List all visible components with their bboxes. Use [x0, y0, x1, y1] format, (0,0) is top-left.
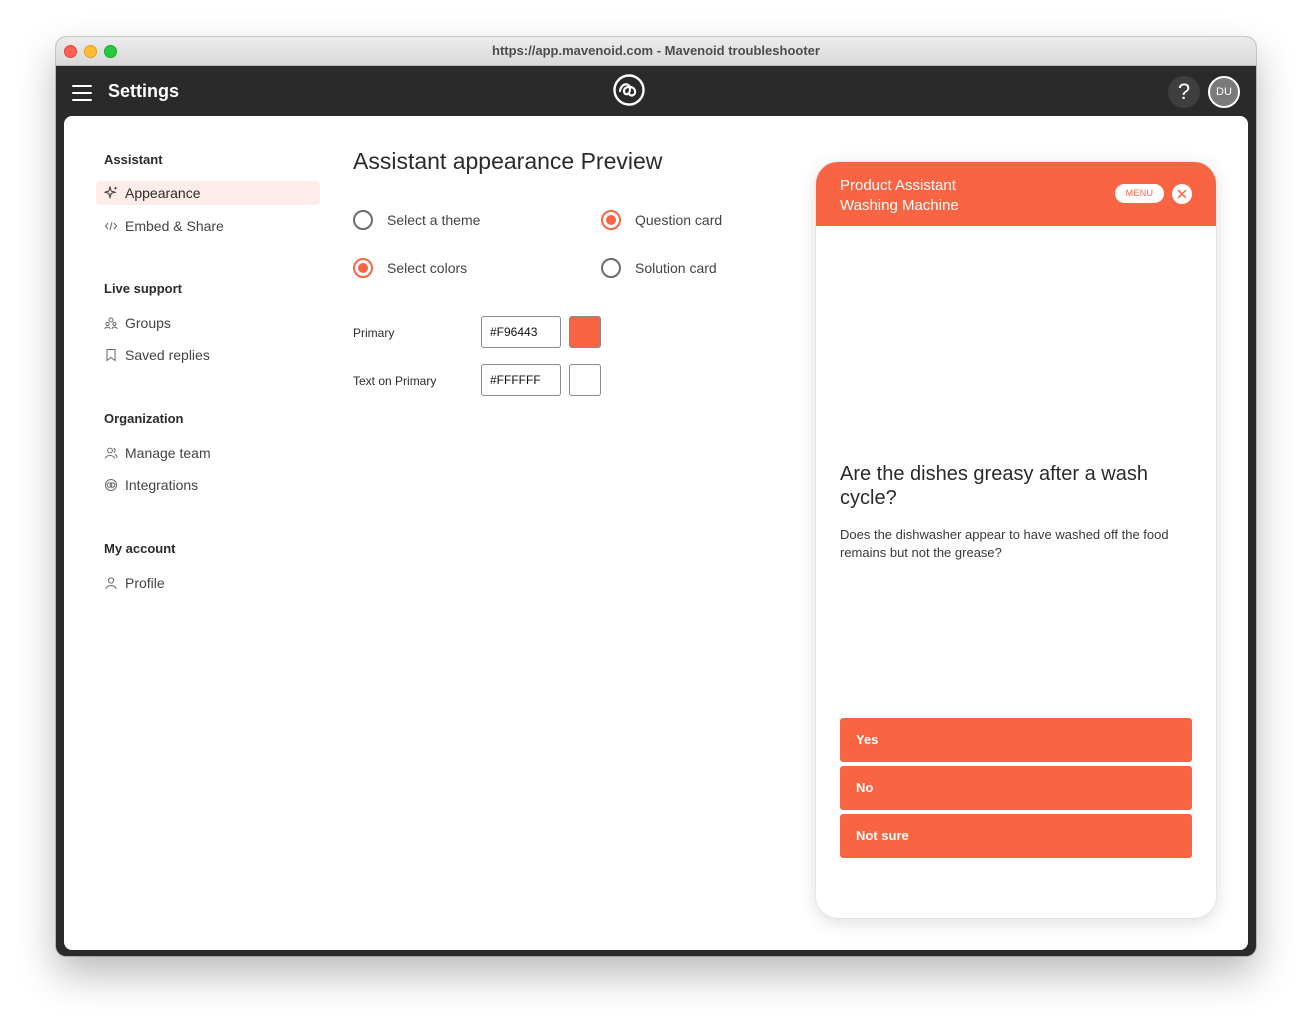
radio-circle[interactable]: [601, 258, 621, 278]
radio-solution-card[interactable]: Solution card: [601, 258, 717, 278]
radio-label: Question card: [635, 212, 723, 228]
person-icon: [104, 576, 118, 590]
appearance-heading: Assistant appearance: [353, 148, 575, 174]
sidebar-item-manage-team[interactable]: Manage team: [96, 441, 320, 465]
team-icon: [104, 446, 118, 460]
sidebar-item-label: Profile: [125, 575, 165, 591]
text-on-primary-label: Text on Primary: [353, 374, 437, 388]
groups-icon: [104, 316, 118, 330]
question-text: Are the dishes greasy after a wash cycle…: [840, 463, 1148, 509]
app-bar: Settings ? DU: [56, 66, 1256, 116]
answer-button-no[interactable]: No: [840, 766, 1192, 810]
preview-title: Product Assistant Washing Machine: [840, 176, 959, 216]
radio-label: Select a theme: [387, 212, 481, 228]
window-title: https://app.mavenoid.com - Mavenoid trou…: [492, 43, 820, 58]
preview-menu-button[interactable]: MENU: [1115, 184, 1164, 203]
radio-select-theme[interactable]: Select a theme: [353, 210, 480, 230]
section-title-my-account: My account: [104, 541, 176, 556]
radio-question-card[interactable]: Question card: [601, 210, 722, 230]
radio-label: Solution card: [635, 260, 717, 276]
preview-heading: Preview: [580, 148, 663, 174]
radio-label: Select colors: [387, 260, 468, 276]
sidebar-item-label: Saved replies: [125, 347, 210, 363]
code-icon: [104, 219, 118, 233]
bookmark-icon: [104, 348, 118, 362]
integrations-icon: [104, 478, 118, 492]
sidebar-item-saved-replies[interactable]: Saved replies: [96, 343, 320, 367]
section-title-assistant: Assistant: [104, 152, 163, 167]
sidebar-item-groups[interactable]: Groups: [96, 311, 320, 335]
sidebar-item-appearance[interactable]: Appearance: [96, 181, 320, 205]
primary-color-label: Primary: [353, 326, 395, 340]
radio-circle[interactable]: [353, 210, 373, 230]
section-title-live-support: Live support: [104, 281, 183, 296]
radio-select-colors[interactable]: Select colors: [353, 258, 467, 278]
radio-circle[interactable]: [601, 210, 621, 230]
primary-color-swatch[interactable]: [569, 316, 601, 348]
sidebar-item-label: Appearance: [125, 185, 201, 201]
preview-header: Product Assistant Washing Machine MENU: [816, 162, 1216, 226]
sidebar-item-label: Manage team: [125, 445, 211, 461]
avatar[interactable]: DU: [1208, 76, 1240, 108]
mavenoid-logo-icon[interactable]: [612, 73, 646, 107]
sidebar-item-profile[interactable]: Profile: [96, 571, 320, 595]
hamburger-menu-icon[interactable]: [72, 85, 92, 101]
sidebar-item-label: Embed & Share: [125, 218, 224, 234]
text-on-primary-input[interactable]: [481, 364, 561, 396]
help-button[interactable]: ?: [1168, 76, 1200, 108]
section-title-organization: Organization: [104, 411, 184, 426]
question-description: Does the dishwasher appear to have washe…: [840, 527, 1169, 560]
preview-close-button[interactable]: [1172, 184, 1192, 204]
preview-title-line2: Washing Machine: [840, 197, 959, 214]
sparkle-icon: [104, 186, 118, 200]
window-titlebar: https://app.mavenoid.com - Mavenoid trou…: [56, 37, 1256, 66]
sidebar-item-label: Integrations: [125, 477, 199, 493]
radio-circle[interactable]: [353, 258, 373, 278]
primary-color-input[interactable]: [481, 316, 561, 348]
sidebar-item-embed-share[interactable]: Embed & Share: [96, 214, 320, 238]
assistant-preview: Product Assistant Washing Machine MENU A…: [816, 162, 1216, 918]
sidebar-item-label: Groups: [125, 315, 171, 331]
section-heading: Assistant appearance Preview: [353, 148, 662, 175]
answer-button-yes[interactable]: Yes: [840, 718, 1192, 762]
preview-title-line1: Product Assistant: [840, 177, 956, 194]
close-icon: [1177, 189, 1187, 199]
text-on-primary-swatch[interactable]: [569, 364, 601, 396]
browser-window: https://app.mavenoid.com - Mavenoid trou…: [56, 37, 1256, 956]
sidebar-item-integrations[interactable]: Integrations: [96, 473, 320, 497]
settings-content: Assistant Appearance Embed & Share Live …: [64, 116, 1248, 950]
answer-button-not-sure[interactable]: Not sure: [840, 814, 1192, 858]
page-title: Settings: [108, 81, 180, 101]
